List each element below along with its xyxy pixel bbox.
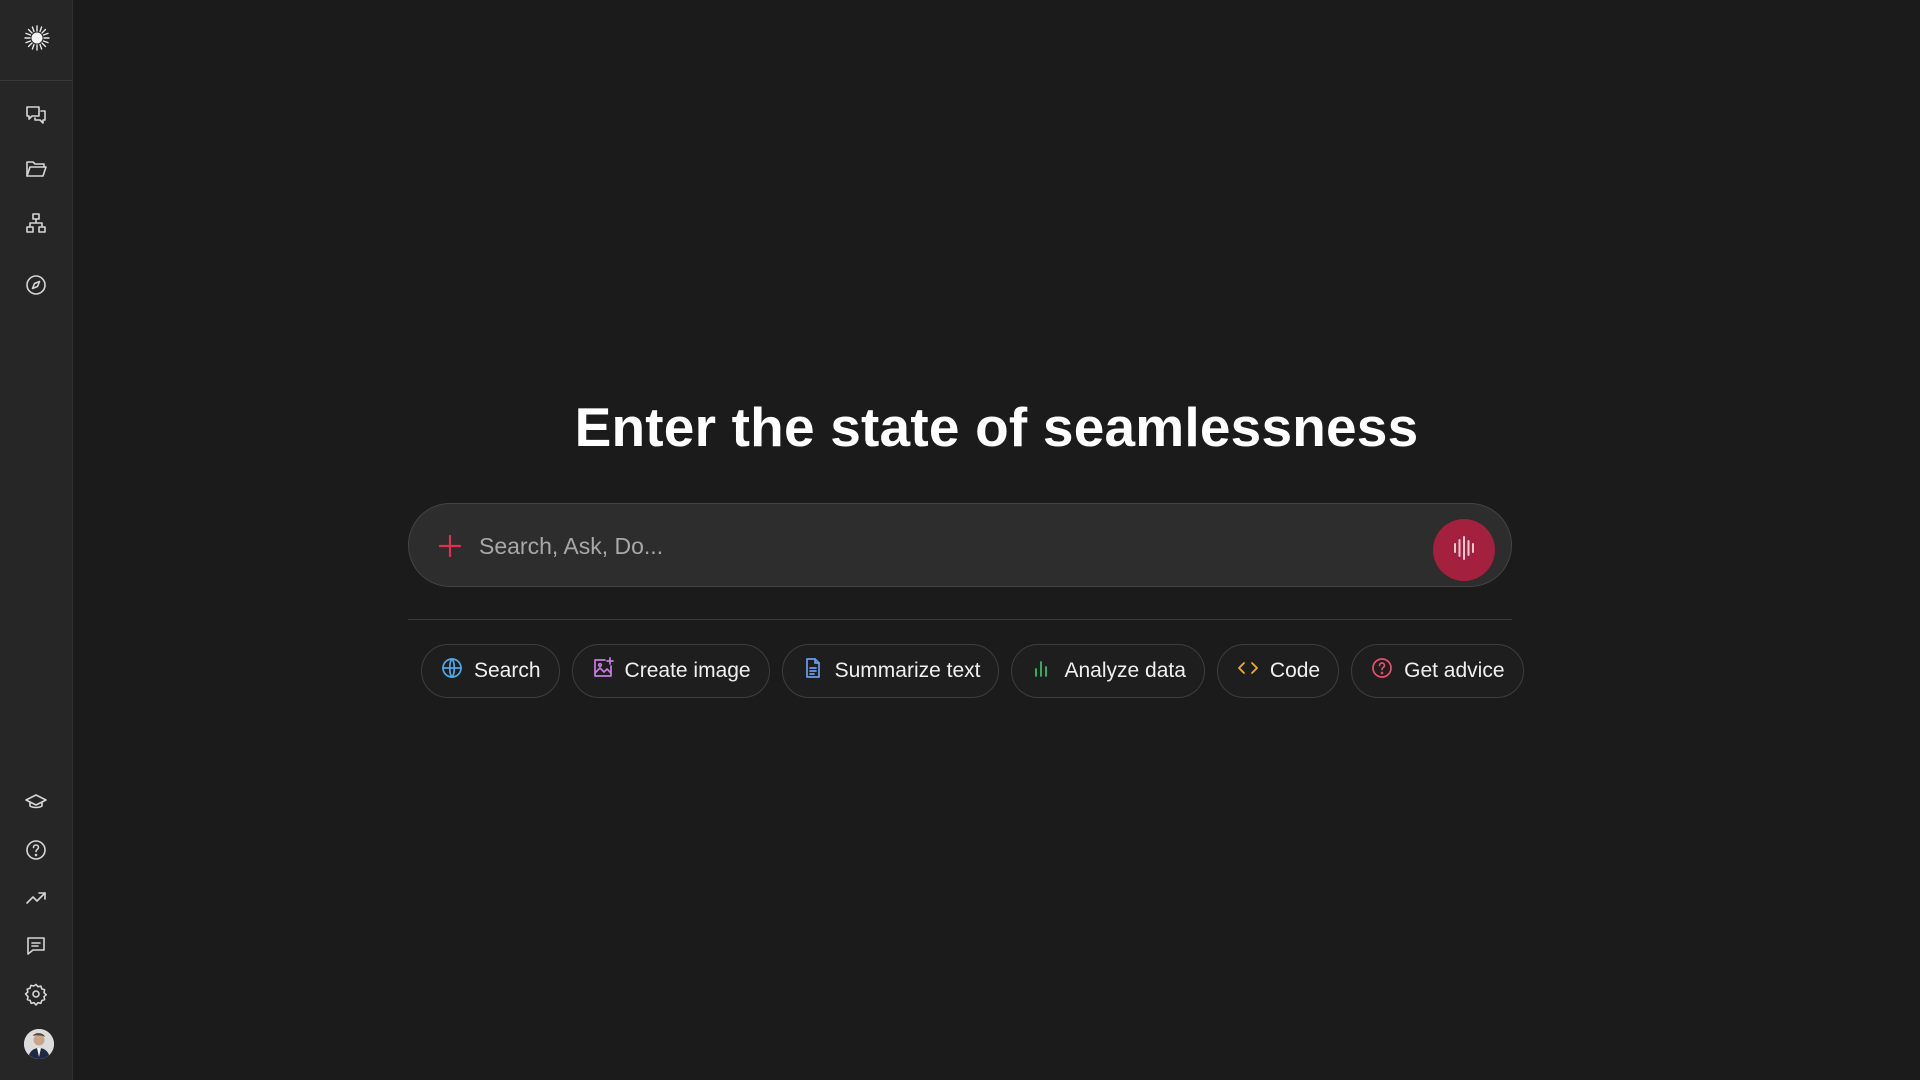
sidebar-item-chats[interactable] xyxy=(16,97,56,137)
chip-label: Summarize text xyxy=(834,659,981,682)
sunburst-logo-icon xyxy=(23,24,51,57)
chip-analyze-data[interactable]: Analyze data xyxy=(1011,644,1205,698)
question-circle-icon xyxy=(1370,656,1394,686)
chip-label: Create image xyxy=(624,659,751,682)
search-input[interactable] xyxy=(479,526,1379,566)
code-icon xyxy=(1236,656,1260,686)
chip-label: Get advice xyxy=(1404,659,1505,682)
sidebar-item-trending[interactable] xyxy=(16,880,56,920)
main-area: Enter the state of seamlessness Search, … xyxy=(73,0,1920,1080)
chip-summarize-text[interactable]: Summarize text xyxy=(781,644,1000,698)
bar-chart-icon xyxy=(1030,656,1054,686)
chip-search[interactable]: Search xyxy=(421,644,560,698)
quick-actions: Search Create image Summarize text Analy… xyxy=(421,644,1524,698)
sidebar-item-help[interactable] xyxy=(16,832,56,872)
chip-get-advice[interactable]: Get advice xyxy=(1351,644,1524,698)
compass-icon xyxy=(24,273,48,302)
voice-waveform-icon xyxy=(1449,533,1479,568)
sidebar-item-settings[interactable] xyxy=(16,976,56,1016)
image-edit-icon xyxy=(591,656,615,686)
sidebar-item-learn[interactable] xyxy=(16,784,56,824)
avatar[interactable] xyxy=(24,1029,54,1059)
sidebar-item-feedback[interactable] xyxy=(16,928,56,968)
chip-label: Code xyxy=(1269,659,1321,682)
chip-label: Search xyxy=(474,659,541,682)
chip-code[interactable]: Code xyxy=(1216,644,1340,698)
sidebar-item-workflows[interactable] xyxy=(16,205,56,245)
chip-label: Analyze data xyxy=(1064,659,1186,682)
sidebar-item-discover[interactable] xyxy=(16,267,56,307)
voice-button[interactable] xyxy=(1433,519,1495,581)
app-logo[interactable] xyxy=(0,0,73,81)
sidebar-item-files[interactable] xyxy=(16,151,56,191)
feedback-icon xyxy=(24,934,48,963)
trending-icon xyxy=(24,886,48,915)
document-icon xyxy=(801,656,825,686)
page-title: Enter the state of seamlessness xyxy=(574,396,1419,458)
help-icon xyxy=(24,838,48,867)
globe-icon xyxy=(440,656,464,686)
search-bar[interactable] xyxy=(408,503,1512,587)
sidebar xyxy=(0,0,73,1080)
plus-icon[interactable] xyxy=(437,533,463,559)
graduation-cap-icon xyxy=(24,790,48,819)
folder-icon xyxy=(24,157,48,186)
org-chart-icon xyxy=(24,211,48,240)
divider xyxy=(408,619,1512,620)
chip-create-image[interactable]: Create image xyxy=(571,644,770,698)
chats-icon xyxy=(24,103,48,132)
gear-icon xyxy=(24,982,48,1011)
